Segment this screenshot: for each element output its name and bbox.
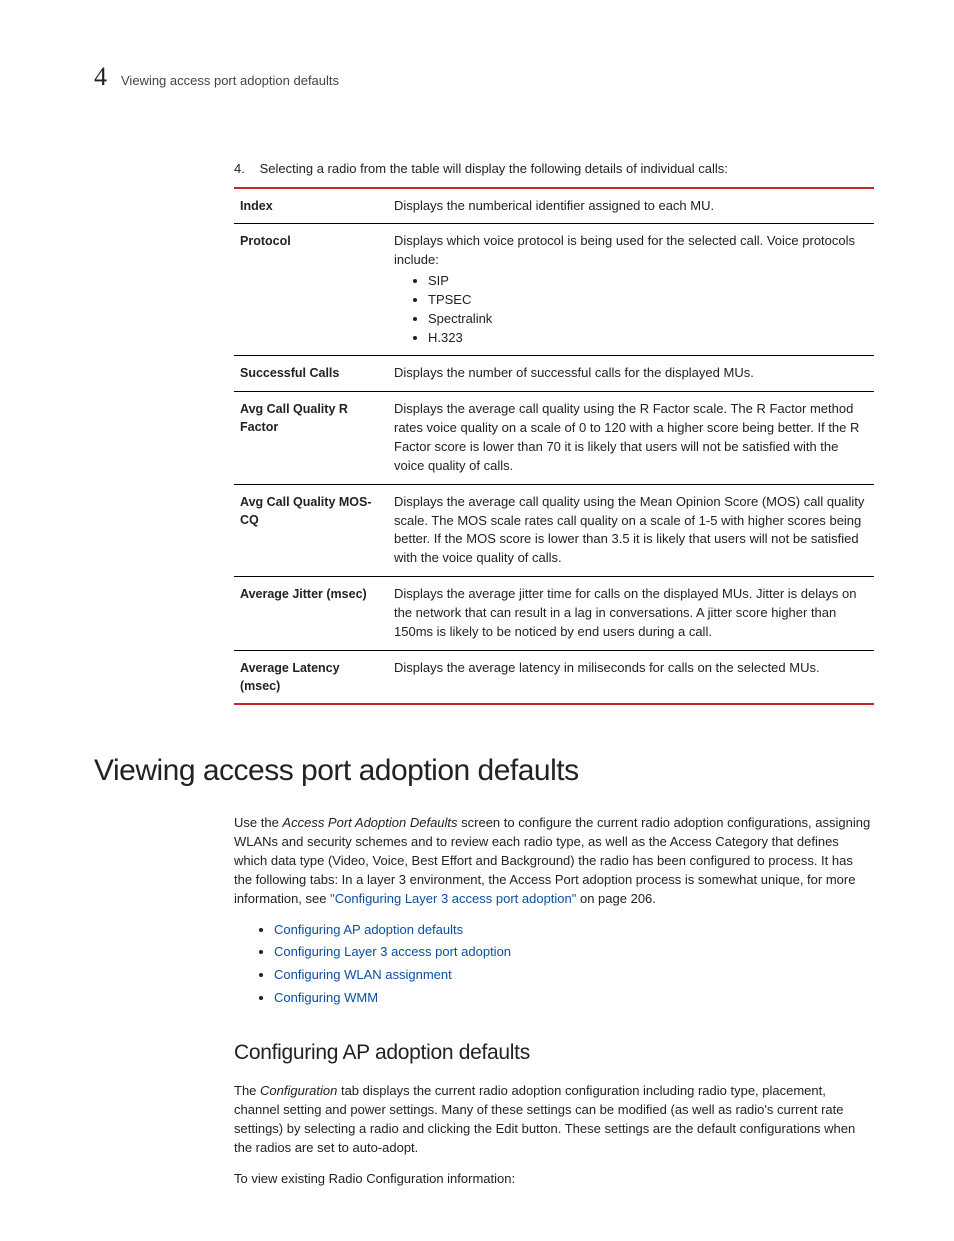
row-desc-intro: Displays which voice protocol is being u… xyxy=(394,233,855,267)
subsection-p1: The Configuration tab displays the curre… xyxy=(234,1082,874,1157)
bullet-link[interactable]: Configuring AP adoption defaults xyxy=(274,922,463,937)
row-desc: Displays the average latency in miliseco… xyxy=(390,650,874,704)
list-item: H.323 xyxy=(428,329,866,348)
p1-prefix: The xyxy=(234,1083,260,1098)
page-content: 4. Selecting a radio from the table will… xyxy=(234,160,874,1189)
chapter-number: 4 xyxy=(94,58,107,96)
row-label: Average Jitter (msec) xyxy=(234,577,390,651)
row-label: Index xyxy=(234,188,390,224)
row-desc: Displays the numberical identifier assig… xyxy=(390,188,874,224)
table-row: Index Displays the numberical identifier… xyxy=(234,188,874,224)
bullet-link[interactable]: Configuring WMM xyxy=(274,990,378,1005)
row-label: Avg Call Quality R Factor xyxy=(234,392,390,484)
table-row: Average Latency (msec) Displays the aver… xyxy=(234,650,874,704)
section-heading: Viewing access port adoption defaults xyxy=(94,749,874,793)
intro-suffix: on page 206. xyxy=(576,891,656,906)
intro-italic: Access Port Adoption Defaults xyxy=(282,815,457,830)
list-item: Configuring WMM xyxy=(274,989,874,1008)
subsection-p2: To view existing Radio Configuration inf… xyxy=(234,1170,874,1189)
protocol-list: SIP TPSEC Spectralink H.323 xyxy=(394,272,866,347)
intro-link[interactable]: "Configuring Layer 3 access port adoptio… xyxy=(330,891,576,906)
table-row: Successful Calls Displays the number of … xyxy=(234,356,874,392)
row-desc: Displays the average call quality using … xyxy=(390,392,874,484)
p1-italic: Configuration xyxy=(260,1083,337,1098)
list-item: SIP xyxy=(428,272,866,291)
list-item: Configuring AP adoption defaults xyxy=(274,921,874,940)
table-row: Avg Call Quality R Factor Displays the a… xyxy=(234,392,874,484)
step-number: 4. xyxy=(234,160,256,179)
row-desc: Displays the number of successful calls … xyxy=(390,356,874,392)
link-bullets: Configuring AP adoption defaults Configu… xyxy=(234,921,874,1008)
row-label: Average Latency (msec) xyxy=(234,650,390,704)
row-label: Avg Call Quality MOS-CQ xyxy=(234,484,390,576)
bullet-link[interactable]: Configuring WLAN assignment xyxy=(274,967,452,982)
subsection-heading: Configuring AP adoption defaults xyxy=(234,1038,874,1068)
table-row: Protocol Displays which voice protocol i… xyxy=(234,224,874,356)
table-row: Average Jitter (msec) Displays the avera… xyxy=(234,577,874,651)
bullet-link[interactable]: Configuring Layer 3 access port adoption xyxy=(274,944,511,959)
row-desc: Displays the average call quality using … xyxy=(390,484,874,576)
section-intro: Use the Access Port Adoption Defaults sc… xyxy=(234,814,874,908)
table-row: Avg Call Quality MOS-CQ Displays the ave… xyxy=(234,484,874,576)
row-label: Successful Calls xyxy=(234,356,390,392)
row-label: Protocol xyxy=(234,224,390,356)
list-item: Configuring Layer 3 access port adoption xyxy=(274,943,874,962)
running-title: Viewing access port adoption defaults xyxy=(121,72,339,91)
step-line: 4. Selecting a radio from the table will… xyxy=(234,160,874,179)
row-desc: Displays the average jitter time for cal… xyxy=(390,577,874,651)
list-item: Configuring WLAN assignment xyxy=(274,966,874,985)
row-desc: Displays which voice protocol is being u… xyxy=(390,224,874,356)
call-details-table: Index Displays the numberical identifier… xyxy=(234,187,874,705)
step-text: Selecting a radio from the table will di… xyxy=(260,161,728,176)
page-header: 4 Viewing access port adoption defaults xyxy=(94,58,874,96)
list-item: TPSEC xyxy=(428,291,866,310)
list-item: Spectralink xyxy=(428,310,866,329)
intro-prefix: Use the xyxy=(234,815,282,830)
